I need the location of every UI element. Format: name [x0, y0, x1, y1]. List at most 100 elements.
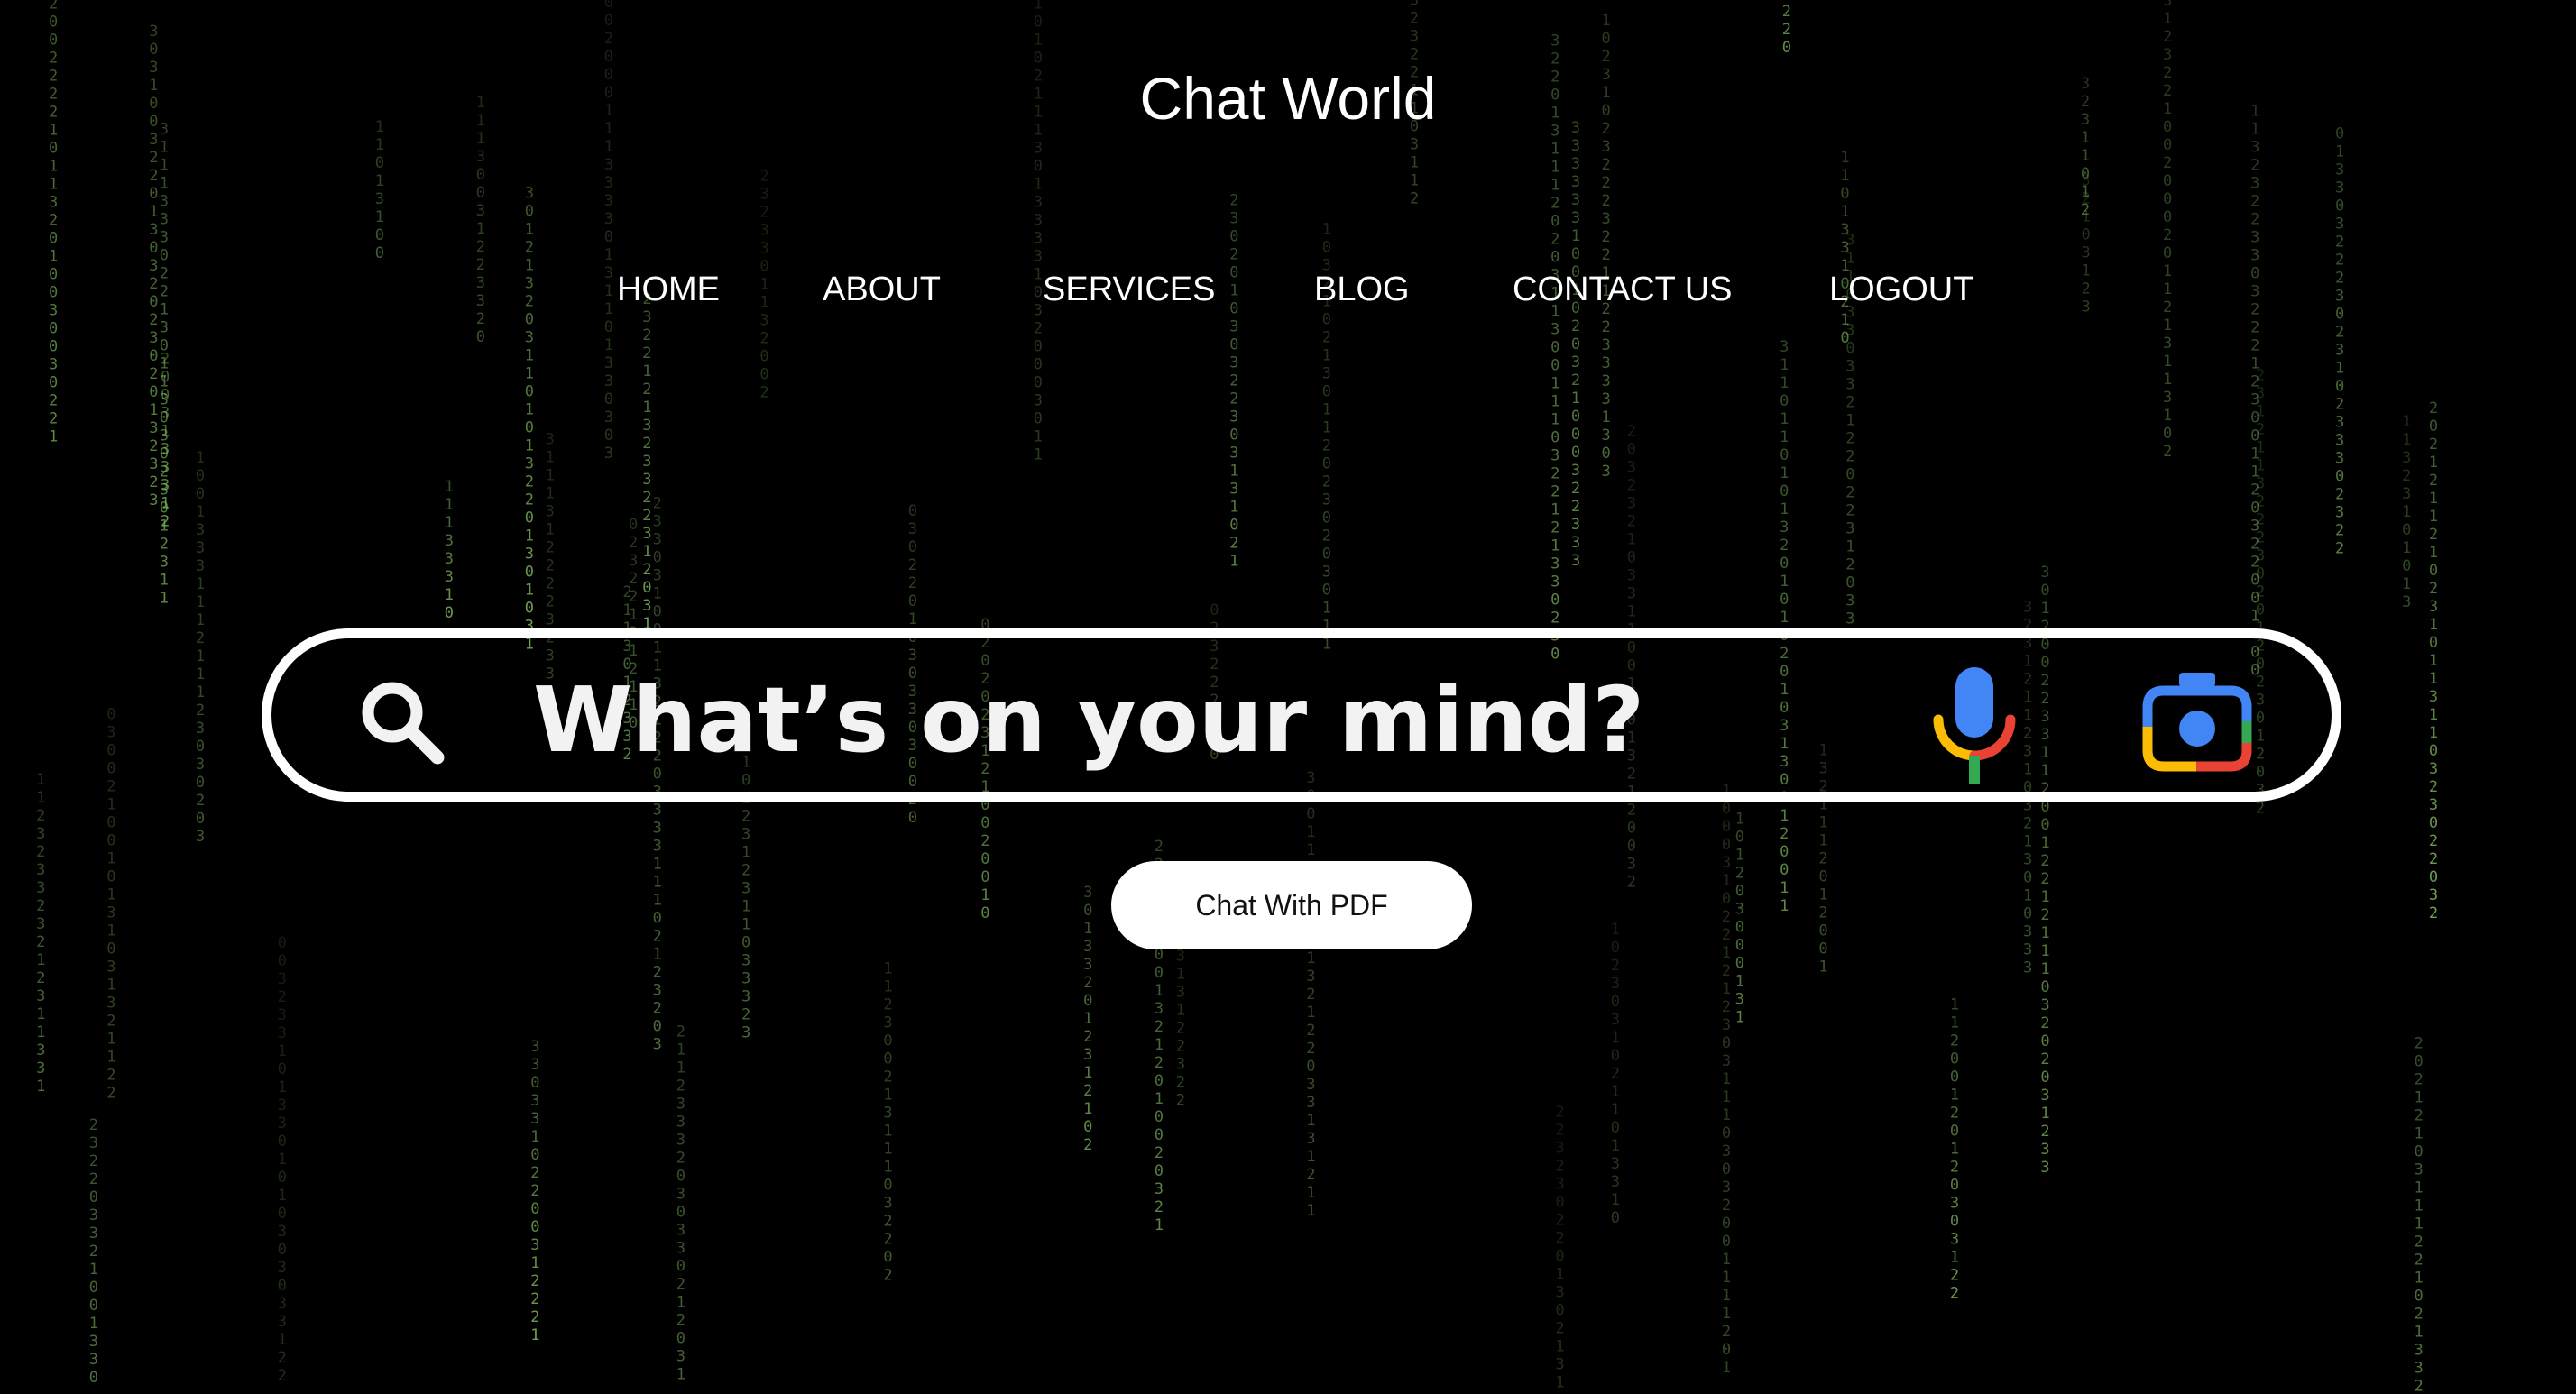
rain-glyph: 1	[1571, 390, 1580, 408]
rain-glyph: 1	[1722, 1269, 1731, 1287]
rain-glyph: 2	[1627, 422, 1636, 440]
rain-glyph: 2	[1818, 849, 1827, 867]
rain-glyph: 2	[1602, 174, 1611, 192]
rain-glyph: 1	[1550, 537, 1559, 555]
rain-glyph: 0	[89, 1279, 98, 1297]
rain-glyph: 3	[1571, 173, 1580, 191]
rain-glyph: 2	[530, 1164, 539, 1182]
chat-with-pdf-button[interactable]: Chat With PDF	[1111, 861, 1472, 949]
rain-glyph: 3	[161, 476, 170, 494]
rain-glyph: 3	[2040, 1141, 2049, 1159]
rain-glyph: 3	[196, 828, 205, 846]
rain-glyph: 2	[2402, 467, 2411, 485]
rain-glyph: 0	[2040, 978, 2049, 996]
rain-glyph: 0	[1550, 212, 1559, 230]
rain-glyph: 2	[278, 1349, 287, 1367]
rain-glyph: 0	[1322, 383, 1331, 401]
rain-glyph: 2	[161, 512, 170, 530]
camera-icon[interactable]	[2140, 671, 2254, 777]
rain-glyph: 1	[445, 496, 454, 514]
rain-glyph: 2	[642, 489, 651, 507]
nav-home-link[interactable]: HOME	[617, 267, 720, 312]
rain-glyph: 3	[1306, 1076, 1315, 1094]
rain-glyph: 2	[1550, 518, 1559, 537]
rain-glyph: 0	[1611, 939, 1620, 957]
rain-glyph: 3	[653, 1036, 662, 1054]
rain-glyph: 3	[196, 521, 205, 539]
rain-glyph: 1	[2429, 616, 2438, 634]
rain-glyph: 3	[1322, 365, 1331, 383]
rain-glyph: 3	[2429, 688, 2438, 706]
rain-glyph: 1	[1083, 1064, 1092, 1082]
rain-glyph: 2	[1845, 502, 1854, 520]
rain-glyph: 3	[653, 838, 662, 856]
rain-glyph: 0	[1722, 890, 1731, 908]
nav-logout-link[interactable]: LOGOUT	[1829, 267, 1973, 312]
rain-glyph: 2	[2429, 436, 2438, 454]
rain-glyph: 2	[1611, 957, 1620, 975]
rain-glyph: 2	[530, 1308, 539, 1326]
search-bar[interactable]	[262, 628, 2341, 802]
rain-glyph: 0	[1780, 482, 1789, 500]
rain-glyph: 0	[908, 502, 917, 520]
nav-about-link[interactable]: ABOUT	[823, 267, 941, 312]
rain-glyph: 0	[1722, 836, 1731, 854]
rain-glyph: 1	[2040, 1105, 2049, 1123]
rain-glyph: 1	[2429, 670, 2438, 688]
rain-glyph: 1	[2023, 832, 2032, 850]
search-input[interactable]	[533, 664, 2066, 775]
rain-glyph: 1	[1155, 982, 1164, 1000]
rain-glyph: 3	[1571, 462, 1580, 480]
rain-glyph: 3	[196, 720, 205, 738]
rain-glyph: 1	[1611, 921, 1620, 939]
rain-glyph: 0	[653, 549, 662, 567]
nav-services-link[interactable]: SERVICES	[1043, 267, 1215, 312]
rain-glyph: 3	[375, 190, 384, 208]
rain-glyph: 0	[1034, 337, 1043, 355]
rain-glyph: 3	[2023, 850, 2032, 868]
rain-glyph: 3	[642, 453, 651, 471]
rain-glyph: 3	[2023, 922, 2032, 940]
rain-glyph: 1	[1845, 412, 1854, 430]
rain-glyph: 1	[1627, 602, 1636, 620]
rain-glyph: 1	[1780, 897, 1789, 915]
rain-glyph: 2	[36, 807, 45, 825]
rain-glyph: 0	[1722, 1160, 1731, 1178]
rain-glyph: 0	[196, 485, 205, 503]
rain-glyph: 1	[1229, 463, 1238, 481]
rain-glyph: 0	[1845, 574, 1854, 592]
rain-glyph: 3	[106, 724, 115, 742]
rain-glyph: 1	[278, 1151, 287, 1169]
rain-glyph: 1	[2415, 1197, 2424, 1215]
rain-glyph: 3	[676, 1221, 685, 1239]
site-title: Chat World	[1139, 65, 1437, 132]
rain-glyph: 0	[1818, 940, 1827, 958]
nav-blog-link[interactable]: BLOG	[1314, 267, 1410, 312]
mic-icon[interactable]	[1929, 665, 2019, 788]
rain-glyph: 1	[106, 977, 115, 995]
rain-glyph: 3	[604, 354, 613, 372]
rain-glyph: 1	[36, 1078, 45, 1096]
nav-contact-us-link[interactable]: CONTACT US	[1513, 267, 1733, 312]
rain-glyph: 1	[1780, 573, 1789, 591]
rain-glyph: 3	[445, 550, 454, 568]
rain-glyph: 3	[908, 520, 917, 538]
rain-glyph: 3	[741, 880, 750, 898]
rain-glyph: 2	[36, 933, 45, 951]
rain-glyph: 1	[676, 1041, 685, 1059]
rain-glyph: 0	[1735, 919, 1744, 937]
rain-glyph: 2	[653, 928, 662, 946]
rain-glyph: 1	[2256, 456, 2265, 474]
rain-glyph: 2	[2082, 189, 2091, 207]
rain-glyph: 3	[1176, 948, 1185, 966]
rain-glyph: 1	[525, 346, 534, 364]
rain-glyph: 0	[653, 603, 662, 621]
search-icon[interactable]	[358, 678, 448, 768]
rain-glyph: 0	[160, 247, 169, 265]
rain-glyph: 2	[2429, 904, 2438, 922]
rain-glyph: 3	[530, 1110, 539, 1128]
rain-glyph: 2	[546, 593, 555, 611]
rain-glyph: 1	[2040, 924, 2049, 942]
rain-glyph: 0	[1602, 30, 1611, 48]
rain-glyph: 3	[546, 503, 555, 521]
